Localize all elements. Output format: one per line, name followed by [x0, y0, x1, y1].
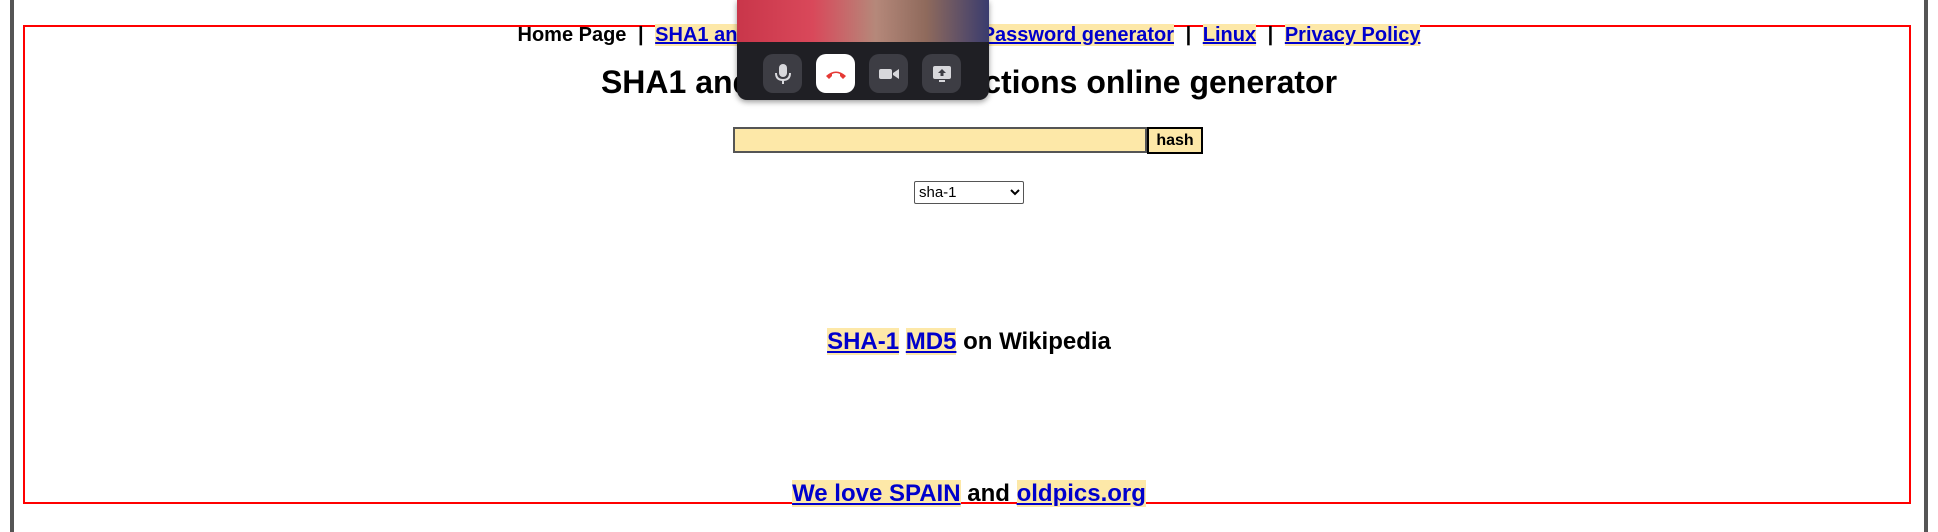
wiki-link-md5[interactable]: MD5: [905, 328, 957, 355]
algorithm-select[interactable]: sha-1: [914, 181, 1024, 204]
nav-link-password[interactable]: Password generator: [981, 24, 1175, 46]
nav-link-linux[interactable]: Linux: [1202, 24, 1257, 46]
footer-links: We love SPAIN and oldpics.org: [0, 480, 1938, 508]
nav-home: Home Page: [517, 24, 627, 46]
link-we-love-spain[interactable]: We love SPAIN: [792, 480, 961, 507]
call-controls: [763, 54, 961, 93]
nav-separator: |: [1185, 24, 1192, 46]
wiki-link-sha1[interactable]: SHA-1: [827, 328, 900, 355]
hash-button[interactable]: hash: [1147, 127, 1203, 154]
share-screen-icon[interactable]: [922, 54, 961, 93]
nav-separator: |: [1267, 24, 1274, 46]
hash-form: hash: [733, 127, 1203, 154]
end-call-icon[interactable]: [816, 54, 855, 93]
call-video-preview: [737, 0, 989, 42]
footer-and: and: [960, 480, 1017, 507]
camera-icon[interactable]: [869, 54, 908, 93]
page: Home Page | SHA1 and other hash function…: [0, 0, 1938, 532]
nav-separator: |: [638, 24, 644, 46]
microphone-icon[interactable]: [763, 54, 802, 93]
wiki-suffix: on Wikipedia: [956, 328, 1111, 355]
video-call-overlay: [737, 0, 989, 100]
wikipedia-links: SHA-1 MD5 on Wikipedia: [0, 328, 1938, 356]
nav-link-privacy[interactable]: Privacy Policy: [1284, 24, 1421, 46]
hash-input[interactable]: [733, 127, 1147, 153]
link-oldpics[interactable]: oldpics.org: [1016, 480, 1146, 507]
